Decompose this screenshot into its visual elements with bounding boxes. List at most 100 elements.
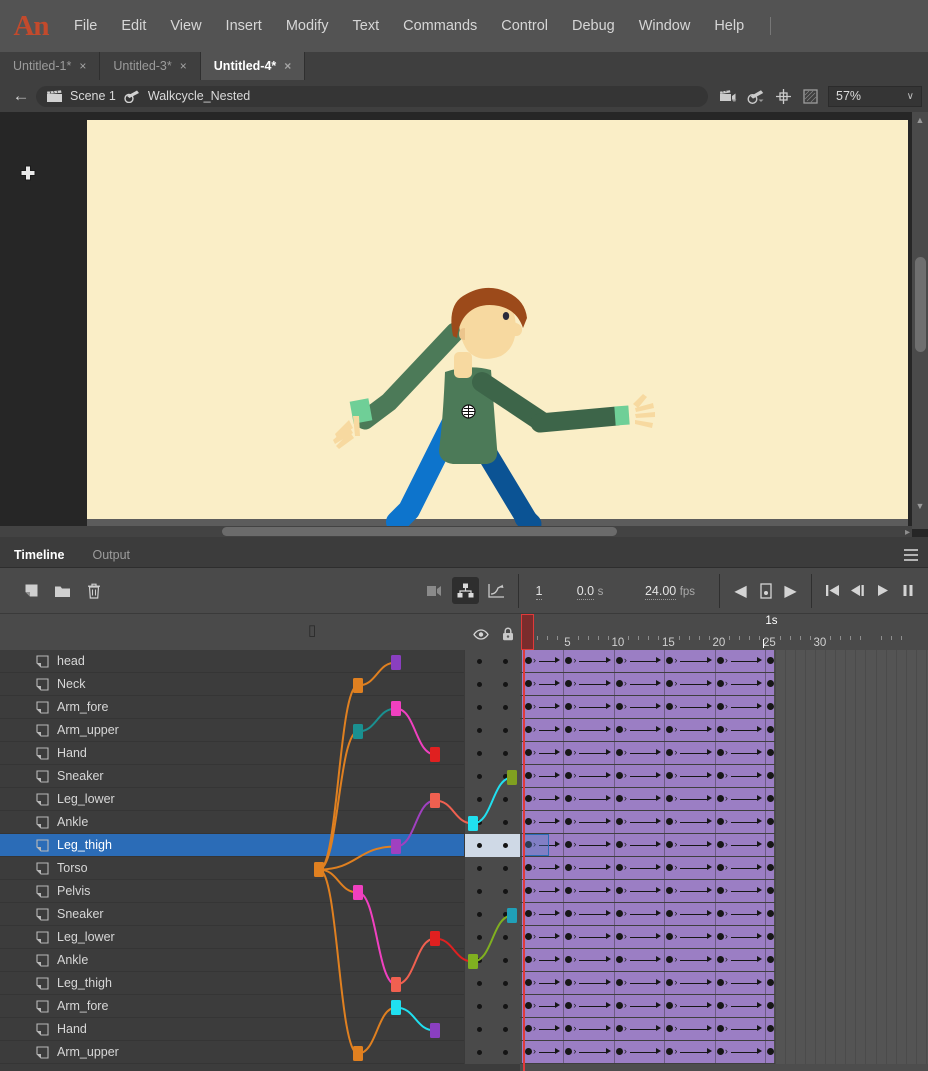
keyframe-dot[interactable] [615, 772, 623, 779]
frame-row[interactable]: › › › › › [520, 995, 928, 1018]
tween-segment[interactable]: › [524, 811, 565, 833]
close-icon[interactable]: × [79, 59, 86, 73]
visibility-dot[interactable] [477, 957, 482, 963]
keyframe-dot[interactable] [666, 726, 674, 733]
empty-frames[interactable] [774, 719, 928, 742]
keyframe-dot[interactable] [565, 1025, 573, 1032]
keyframe-dot[interactable] [767, 910, 775, 917]
layer-toggles[interactable] [464, 741, 520, 765]
layer-toggles[interactable] [464, 948, 520, 972]
keyframe-dot[interactable] [565, 795, 573, 802]
keyframe-dot[interactable] [615, 749, 623, 756]
keyframe-dot[interactable] [525, 979, 532, 986]
keyframe-dot[interactable] [666, 772, 674, 779]
visibility-dot[interactable] [477, 934, 482, 940]
keyframe-dot[interactable] [767, 1002, 775, 1009]
frame-row[interactable]: › › › › › [520, 903, 928, 926]
vertical-scroll-thumb[interactable] [915, 257, 926, 352]
lock-dot[interactable] [503, 819, 508, 825]
menu-item-modify[interactable]: Modify [274, 0, 341, 52]
visibility-dot[interactable] [477, 865, 482, 871]
lock-dot[interactable] [503, 865, 508, 871]
layer-row[interactable]: Hand [0, 741, 520, 765]
tween-segment[interactable]: › [716, 1018, 767, 1040]
keyframe-dot[interactable] [666, 680, 674, 687]
tween-segment[interactable]: › [716, 972, 767, 994]
frame-row[interactable]: › › › › › [520, 1041, 928, 1064]
camera-icon[interactable] [716, 83, 743, 109]
tween-segment[interactable]: › [524, 995, 565, 1017]
tween-segment[interactable]: › [665, 972, 716, 994]
keyframe-dot[interactable] [525, 772, 532, 779]
tween-segment[interactable]: › [716, 949, 767, 971]
keyframe-dot[interactable] [565, 864, 573, 871]
tween-segment[interactable]: › [615, 673, 666, 695]
tween-segment[interactable]: › [524, 1041, 565, 1063]
tween-segment[interactable]: › [564, 788, 615, 810]
keyframe-dot[interactable] [666, 887, 674, 894]
keyframe-dot[interactable] [666, 933, 674, 940]
keyframe-dot[interactable] [565, 772, 573, 779]
lock-dot[interactable] [503, 980, 508, 986]
menu-item-text[interactable]: Text [341, 0, 392, 52]
layer-row[interactable]: Pelvis [0, 879, 520, 903]
tween-segment[interactable]: › [615, 926, 666, 948]
empty-frames[interactable] [774, 1018, 928, 1041]
empty-frames[interactable] [774, 1041, 928, 1064]
frame-row[interactable]: › › › › › [520, 926, 928, 949]
tween-segment[interactable]: › [716, 834, 767, 856]
step-backward-icon[interactable] [845, 578, 870, 604]
panel-tab-timeline[interactable]: Timeline [0, 543, 78, 568]
layer-row[interactable]: Sneaker [0, 902, 520, 926]
classic-tween-span[interactable]: › › › › › [522, 742, 775, 764]
tween-segment[interactable]: › [615, 880, 666, 902]
visibility-dot[interactable] [477, 1003, 482, 1009]
tween-segment[interactable]: › [564, 696, 615, 718]
layer-row[interactable]: Leg_lower [0, 787, 520, 811]
visibility-dot[interactable] [477, 842, 482, 848]
transform-point-icon[interactable] [461, 404, 476, 419]
close-icon[interactable]: × [284, 59, 291, 73]
keyframe-dot[interactable] [615, 1048, 623, 1055]
keyframe-dot[interactable] [525, 1025, 532, 1032]
tween-segment[interactable]: › [665, 834, 716, 856]
classic-tween-span[interactable]: › › › › › [522, 650, 775, 672]
classic-tween-span[interactable]: › › › › › [522, 972, 775, 994]
keyframe-dot[interactable] [565, 749, 573, 756]
horizontal-scroll-thumb[interactable] [222, 527, 617, 536]
keyframe-dot[interactable] [615, 703, 623, 710]
stage-vertical-scrollbar[interactable]: ▲ ▼ [912, 112, 928, 529]
keyframe-dot[interactable] [666, 749, 674, 756]
keyframe-dot[interactable] [767, 1048, 775, 1055]
frame-row[interactable]: › › › › › [520, 880, 928, 903]
tween-segment[interactable]: › [564, 972, 615, 994]
lock-dot[interactable] [503, 796, 508, 802]
stage-horizontal-scrollbar[interactable]: ▸ [0, 526, 912, 538]
tween-segment[interactable]: › [615, 650, 666, 672]
scroll-right-icon[interactable]: ▸ [905, 527, 910, 538]
tween-segment[interactable]: › [564, 1018, 615, 1040]
tween-segment[interactable]: › [615, 972, 666, 994]
menu-item-help[interactable]: Help [702, 0, 756, 52]
tween-segment[interactable]: › [716, 719, 767, 741]
tween-segment[interactable]: › [615, 696, 666, 718]
keyframe-dot[interactable] [615, 910, 623, 917]
layer-row[interactable]: Ankle [0, 810, 520, 834]
visibility-dot[interactable] [477, 681, 482, 687]
tween-segment[interactable]: › [564, 650, 615, 672]
classic-tween-span[interactable]: › › › › › [522, 696, 775, 718]
frame-row[interactable]: › › › › › [520, 811, 928, 834]
keyframe-dot[interactable] [525, 1048, 532, 1055]
keyframe-dot[interactable] [615, 887, 623, 894]
menu-item-control[interactable]: Control [489, 0, 560, 52]
go-to-start-icon[interactable] [820, 578, 845, 604]
step-back-icon[interactable]: ◀ [728, 578, 753, 604]
layer-toggles[interactable] [464, 1017, 520, 1041]
tween-segment[interactable]: › [564, 903, 615, 925]
tween-segment[interactable]: › [524, 857, 565, 879]
keyframe-dot[interactable] [716, 1048, 724, 1055]
tween-segment[interactable]: › [716, 696, 767, 718]
keyframe-dot[interactable] [565, 680, 573, 687]
keyframe-dot[interactable] [666, 864, 674, 871]
keyframe-dot[interactable] [716, 703, 724, 710]
